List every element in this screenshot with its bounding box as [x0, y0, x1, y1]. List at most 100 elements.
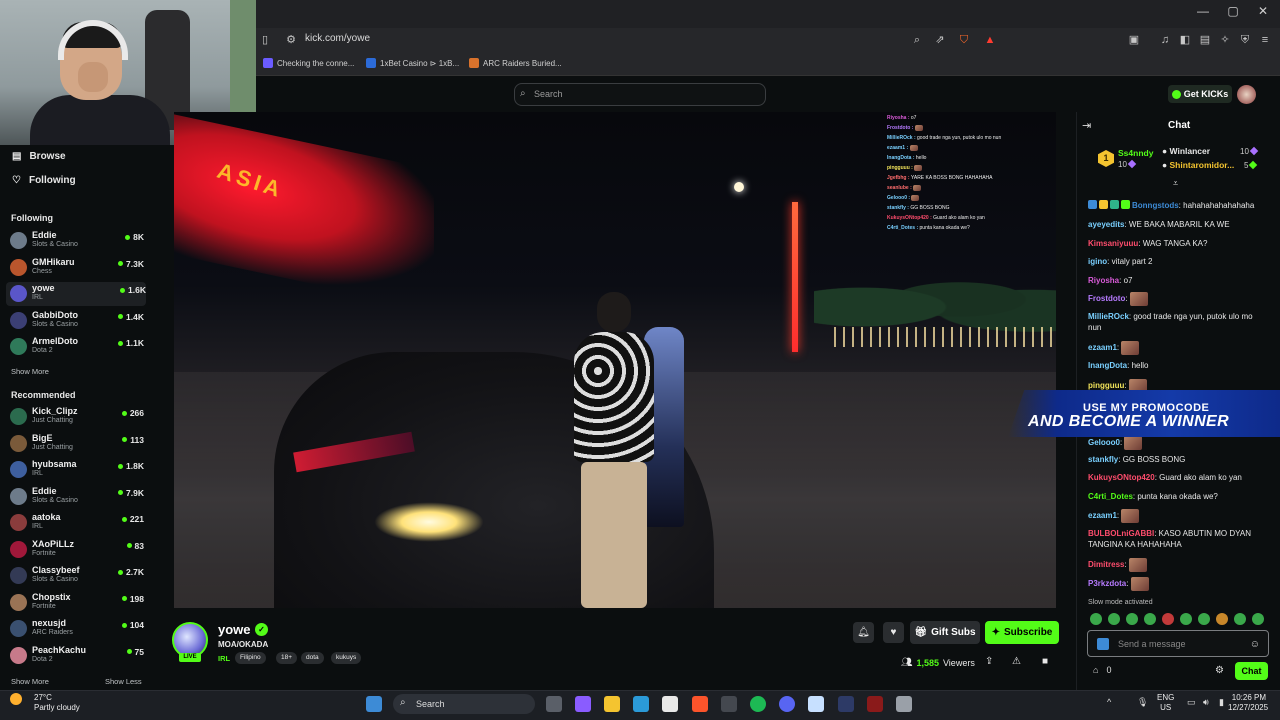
notification-bell-button[interactable]: 🔔︎ — [853, 622, 874, 643]
chat-username[interactable]: MillieROck — [1088, 312, 1129, 321]
collapse-chat-icon[interactable]: ⇥ — [1082, 119, 1091, 132]
send-chat-button[interactable]: Chat — [1235, 662, 1268, 680]
chat-message[interactable]: InangDota: hello — [1088, 360, 1268, 371]
chat-username[interactable]: Dimitress — [1088, 560, 1124, 569]
chat-message[interactable]: Riyosha: o7 — [1088, 275, 1268, 286]
leaderboard-name[interactable]: ● Winlancer — [1162, 146, 1210, 156]
leaderboard-name[interactable]: ● Shintaromidor... — [1162, 160, 1234, 170]
brave-rewards-icon[interactable]: ▲ — [983, 33, 997, 47]
chat-message[interactable]: Frostdoto: — [1088, 292, 1268, 306]
chat-message[interactable]: ayeyedits: WE BAKA MABARIL KA WE — [1088, 219, 1268, 230]
report-icon[interactable]: ⚠ — [1012, 656, 1021, 667]
copilot-icon[interactable] — [575, 696, 591, 712]
gift-subs-button[interactable]: 🎁︎ Gift Subs — [910, 621, 980, 644]
media-icon[interactable]: ♫ — [1158, 33, 1172, 47]
maximize-icon[interactable]: ▢ — [1223, 4, 1243, 18]
chat-settings-icon[interactable]: ⚙ — [1215, 665, 1224, 676]
chat-username[interactable]: stankfly — [1088, 455, 1118, 464]
sidebar-channel[interactable]: Eddie Slots & Casino 7.9K — [10, 485, 144, 509]
url-text[interactable]: kick.com/yowe — [305, 33, 370, 44]
chat-username[interactable]: InangDota — [1088, 361, 1127, 370]
sidebar-channel[interactable]: Chopstix Fortnite 198 — [10, 591, 144, 615]
sidebar-channel[interactable]: BigE Just Chatting 113 — [10, 432, 144, 456]
user-avatar[interactable] — [1237, 85, 1256, 104]
nav-following[interactable]: ♡ Following — [12, 175, 76, 186]
chat-message[interactable]: BULBOLniGABBI: KASO ABUTIN MO DYAN TANGI… — [1088, 528, 1268, 550]
battery-icon[interactable]: ▮ — [1219, 697, 1224, 708]
bookmark-1[interactable]: Checking the conne... — [263, 58, 354, 68]
tabs-icon[interactable]: ▣ — [1127, 33, 1141, 47]
sidebar-channel[interactable]: XAoPiLLz Fortnite 83 — [10, 538, 144, 562]
emote-icon[interactable] — [1216, 613, 1228, 625]
menu-icon[interactable]: ≡ — [1258, 33, 1272, 47]
emoji-picker-icon[interactable]: ☺ — [1250, 639, 1260, 650]
bookmark-3[interactable]: ARC Raiders Buried... — [469, 58, 562, 68]
store-icon[interactable] — [662, 696, 678, 712]
minimize-icon[interactable]: — — [1193, 4, 1213, 18]
vpn-icon[interactable]: ⛨ — [1238, 33, 1252, 47]
brave-shield-icon[interactable]: ⛉ — [957, 33, 971, 47]
emote-icon[interactable] — [1234, 613, 1246, 625]
language-indicator[interactable]: ENG US — [1157, 693, 1174, 713]
sidebar-channel[interactable]: Classybeef Slots & Casino 2.7K — [10, 564, 144, 588]
sidebar-channel[interactable]: nexusjd ARC Raiders 104 — [10, 617, 144, 641]
chat-message[interactable]: P3rkzdota: — [1088, 577, 1268, 591]
emote-icon[interactable] — [1108, 613, 1120, 625]
vscode-icon[interactable] — [838, 696, 854, 712]
chat-username[interactable]: C4rti_Dotes — [1088, 492, 1133, 501]
clock[interactable]: 10:26 PM 12/27/2025 — [1228, 693, 1268, 713]
edge-icon[interactable] — [633, 696, 649, 712]
emote-icon[interactable] — [1144, 613, 1156, 625]
sidebar-channel[interactable]: hyubsama IRL 1.8K — [10, 458, 144, 482]
expand-leaderboard-icon[interactable]: ⩡ — [1173, 178, 1178, 189]
chat-message[interactable]: Dimitress: — [1088, 558, 1268, 572]
stream-category[interactable]: IRL — [218, 654, 230, 663]
sidebar-channel[interactable]: yowe IRL 1.6K — [6, 282, 146, 306]
chat-username[interactable]: ezaam1 — [1088, 511, 1117, 520]
bookmark-2[interactable]: 1xBet Casino ⊳ 1xB... — [366, 58, 459, 68]
share-icon[interactable]: ⇪ — [985, 656, 993, 667]
chat-username[interactable]: P3rkzdota — [1088, 579, 1126, 588]
emote-icon[interactable] — [1090, 613, 1102, 625]
task-view-icon[interactable] — [546, 696, 562, 712]
chat-message[interactable]: C4rti_Dotes: punta kana okada we? — [1088, 491, 1268, 502]
nav-browse[interactable]: ▤ Browse — [12, 151, 66, 162]
chat-input[interactable] — [1118, 637, 1248, 651]
chat-username[interactable]: Kimsaniyuuu — [1088, 239, 1138, 248]
brave-icon[interactable] — [692, 696, 708, 712]
chat-username[interactable]: KukuysONtop420 — [1088, 473, 1155, 482]
calculator-icon[interactable] — [896, 696, 912, 712]
tray-overflow-icon[interactable]: ^ — [1107, 697, 1111, 707]
sidebar-channel[interactable]: Kick_Clipz Just Chatting 266 — [10, 405, 144, 429]
start-icon[interactable] — [366, 696, 382, 712]
bookmark-icon[interactable]: ▯ — [258, 33, 272, 47]
chat-message[interactable]: Gelooo0: — [1088, 436, 1268, 450]
wallet-icon[interactable]: ▤ — [1198, 33, 1212, 47]
site-info-icon[interactable]: ⚙ — [284, 33, 298, 47]
spotify-icon[interactable] — [750, 696, 766, 712]
emote-icon[interactable] — [1162, 613, 1174, 625]
chat-message[interactable]: Kimsaniyuuu: WAG TANGA KA? — [1088, 238, 1268, 249]
emote-icon[interactable] — [1252, 613, 1264, 625]
chat-username[interactable]: Gelooo0 — [1088, 438, 1120, 447]
show-more-following[interactable]: Show More — [11, 367, 49, 376]
subscribe-button[interactable]: ✦ Subscribe — [985, 621, 1059, 644]
kicks-balance[interactable]: ⌂ 0 — [1093, 665, 1111, 675]
notepad-icon[interactable] — [808, 696, 824, 712]
chat-username[interactable]: igino — [1088, 257, 1107, 266]
sidebar-channel[interactable]: aatoka IRL 221 — [10, 511, 144, 535]
weather-widget[interactable]: 27°C Partly cloudy — [10, 693, 80, 712]
network-icon[interactable]: ▭ — [1187, 697, 1196, 708]
chat-message[interactable]: stankfly: GG BOSS BONG — [1088, 454, 1268, 465]
chat-message[interactable]: igino: vitaly part 2 — [1088, 256, 1268, 267]
show-less[interactable]: Show Less — [105, 677, 142, 686]
close-icon[interactable]: ✕ — [1253, 4, 1273, 18]
discord-icon[interactable] — [779, 696, 795, 712]
tag[interactable]: kukuys — [331, 652, 362, 664]
chat-username[interactable]: Riyosha — [1088, 276, 1119, 285]
microphone-icon[interactable]: 🎙︎ — [1137, 697, 1148, 708]
sidebar-channel[interactable]: ArmelDoto Dota 2 1.1K — [10, 335, 144, 359]
emote-icon[interactable] — [1126, 613, 1138, 625]
sidebar-channel[interactable]: PeachKachu Dota 2 75 — [10, 644, 144, 668]
streamer-name[interactable]: yowe — [218, 622, 251, 637]
